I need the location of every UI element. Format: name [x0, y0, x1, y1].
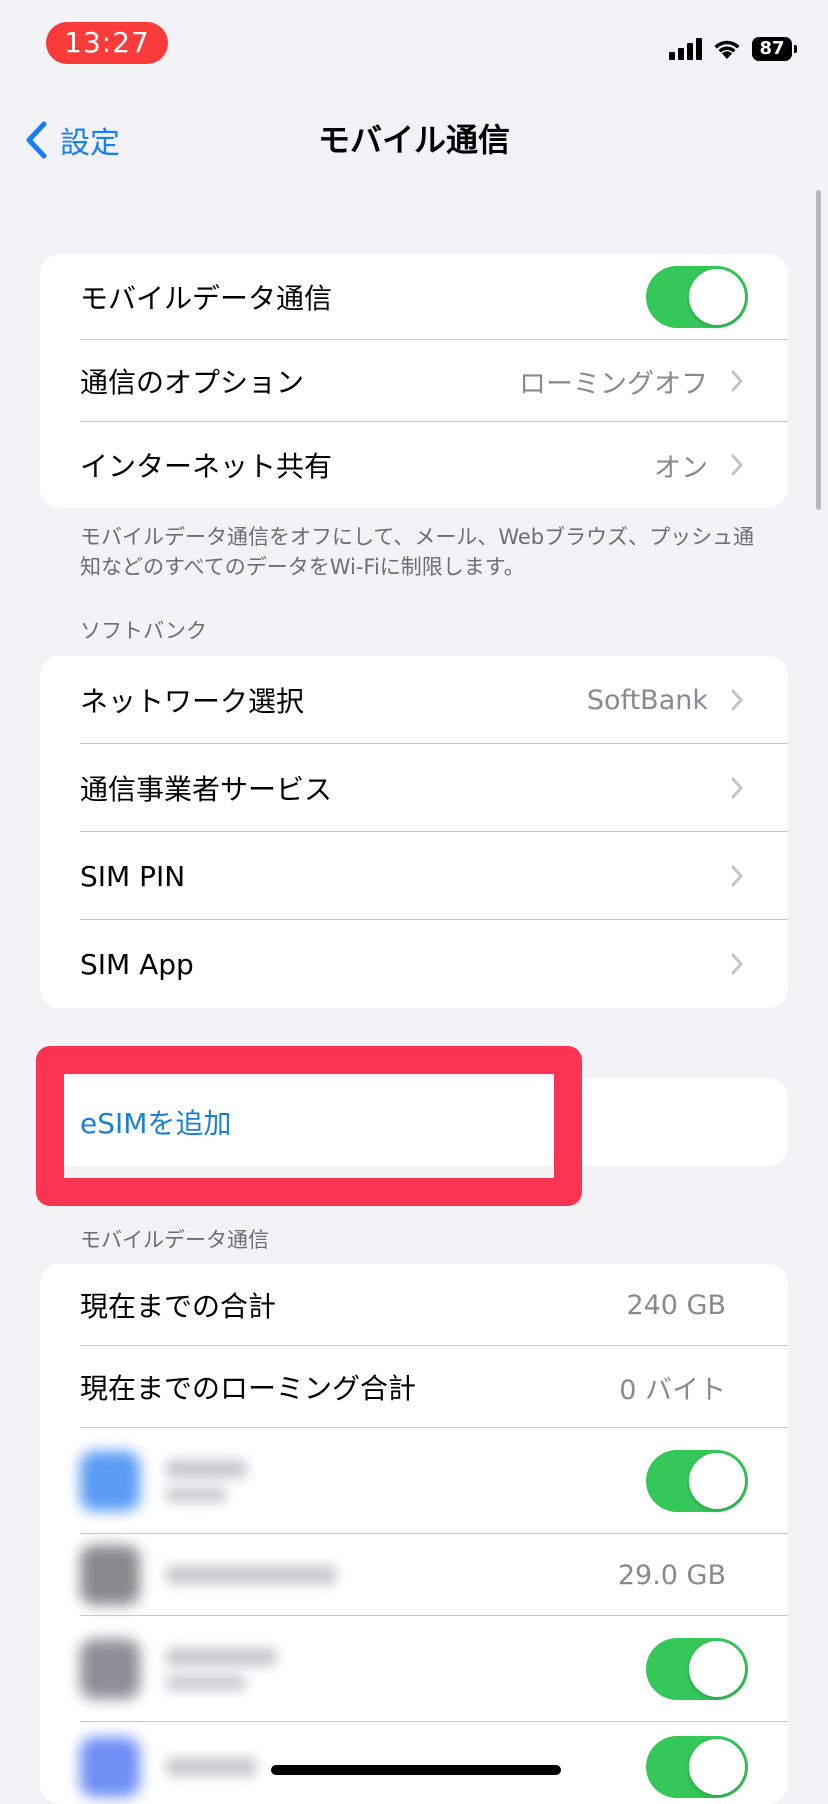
roaming-total-row: 現在までのローミング合計 0 バイト	[40, 1346, 788, 1428]
sim-app-row[interactable]: SIM App	[40, 920, 788, 1008]
app-usage-row: 29.0 GB	[40, 1534, 788, 1616]
battery-icon: 87	[752, 37, 797, 61]
app-usage-row	[40, 1428, 788, 1534]
chevron-right-icon	[726, 776, 748, 800]
usage-group: 現在までの合計 240 GB 現在までのローミング合計 0 バイト 29.0 G…	[40, 1264, 788, 1804]
hotspot-label: インターネット共有	[80, 450, 333, 483]
carrier-section-header: ソフトバンク	[80, 619, 208, 643]
app-data-toggle[interactable]	[646, 1638, 748, 1700]
roaming-total-label: 現在までのローミング合計	[80, 1372, 417, 1405]
status-icons: 87	[669, 34, 797, 64]
carrier-group: ネットワーク選択 SoftBank 通信事業者サービス SIM PIN SIM …	[40, 656, 788, 1008]
chevron-right-icon	[726, 369, 748, 393]
app-name-blurred	[166, 1648, 646, 1690]
network-selection-row[interactable]: ネットワーク選択 SoftBank	[40, 656, 788, 744]
home-indicator[interactable]	[271, 1765, 561, 1775]
app-icon	[80, 1545, 140, 1605]
carrier-services-row[interactable]: 通信事業者サービス	[40, 744, 788, 832]
app-name-blurred	[166, 1460, 646, 1502]
mobile-data-toggle[interactable]	[646, 266, 748, 328]
mobile-data-group: モバイルデータ通信 通信のオプション ローミングオフ インターネット共有 オン	[40, 254, 788, 508]
highlight-annotation	[36, 1046, 582, 1206]
sim-pin-label: SIM PIN	[80, 859, 186, 893]
app-name-blurred	[166, 1566, 618, 1584]
app-icon	[80, 1737, 140, 1797]
app-data-toggle[interactable]	[646, 1736, 748, 1798]
chevron-right-icon	[726, 952, 748, 976]
current-total-row: 現在までの合計 240 GB	[40, 1264, 788, 1346]
app-icon	[80, 1451, 140, 1511]
app-usage-value: 29.0 GB	[617, 1559, 726, 1591]
chevron-right-icon	[726, 688, 748, 712]
current-total-value: 240 GB	[626, 1289, 726, 1321]
app-icon	[80, 1639, 140, 1699]
mobile-data-footnote: モバイルデータ通信をオフにして、メール、Webブラウズ、プッシュ通知などのすべて…	[80, 525, 755, 579]
carrier-services-label: 通信事業者サービス	[80, 773, 333, 806]
usage-section-header: モバイルデータ通信	[80, 1228, 269, 1252]
hotspot-row[interactable]: インターネット共有 オン	[40, 422, 788, 508]
chevron-right-icon	[726, 453, 748, 477]
sim-pin-row[interactable]: SIM PIN	[40, 832, 788, 920]
mobile-data-row: モバイルデータ通信	[40, 254, 788, 340]
roaming-total-value: 0 バイト	[619, 1374, 726, 1406]
sim-app-label: SIM App	[80, 947, 194, 981]
current-total-label: 現在までの合計	[80, 1290, 277, 1323]
chevron-right-icon	[726, 864, 748, 888]
options-row[interactable]: 通信のオプション ローミングオフ	[40, 340, 788, 422]
hotspot-value: オン	[654, 452, 708, 484]
mobile-data-label: モバイルデータ通信	[80, 282, 333, 315]
cellular-signal-icon	[669, 38, 702, 60]
network-selection-label: ネットワーク選択	[80, 685, 305, 718]
network-selection-value: SoftBank	[586, 684, 708, 716]
app-usage-row	[40, 1616, 788, 1722]
wifi-icon	[714, 40, 740, 59]
status-time: 13:27	[46, 22, 168, 64]
scrollbar[interactable]	[816, 190, 821, 510]
options-label: 通信のオプション	[80, 366, 305, 399]
options-value: ローミングオフ	[519, 368, 708, 400]
page-title: モバイル通信	[317, 121, 510, 159]
app-data-toggle[interactable]	[646, 1450, 748, 1512]
